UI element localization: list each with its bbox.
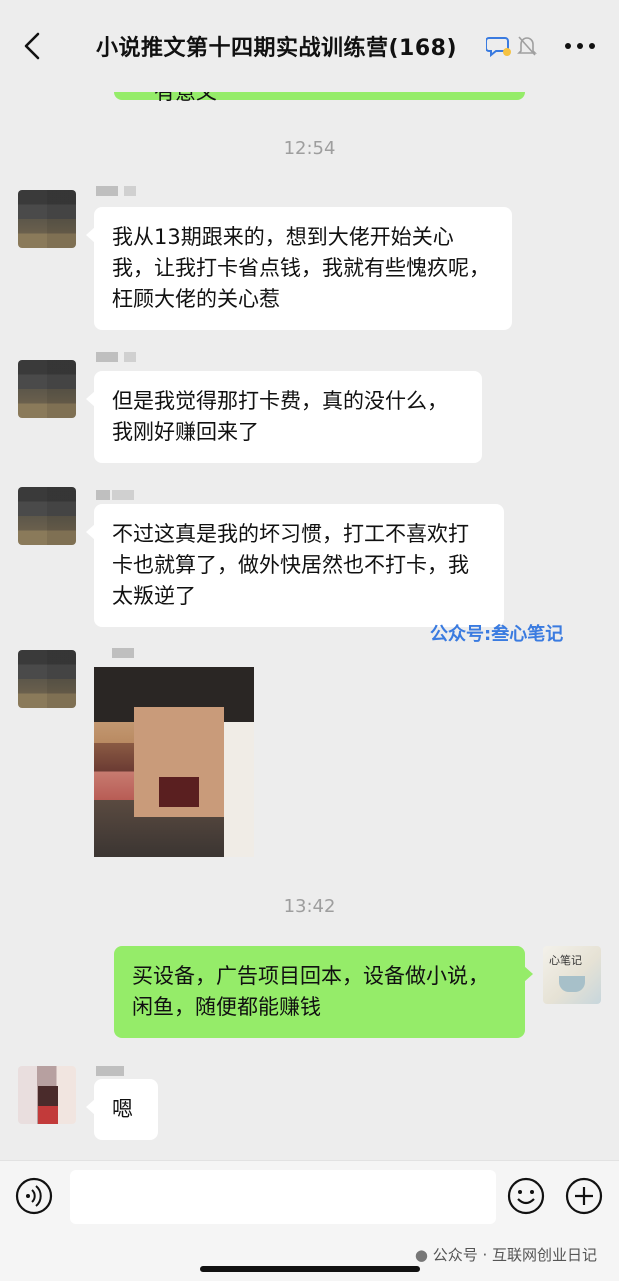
message-bubble[interactable]: 我从13期跟来的，想到大佬开始关心我，让我打卡省点钱，我就有些愧疚呢，枉顾大佬的… (86, 207, 512, 330)
my-avatar[interactable]: 心笔记 (543, 946, 601, 1004)
plus-icon[interactable] (564, 1176, 604, 1216)
footer-watermark: ● 公众号 · 互联网创业日记 (415, 1244, 597, 1265)
message-input[interactable] (70, 1170, 496, 1224)
voice-icon[interactable] (14, 1176, 54, 1216)
timestamp: 12:54 (283, 138, 336, 159)
avatar[interactable] (18, 650, 76, 708)
emoji-icon[interactable] (506, 1176, 546, 1216)
watermark-text: 公众号:叁心笔记 (430, 624, 564, 645)
message-bubble[interactable]: 嗯 (86, 1079, 158, 1140)
timestamp: 13:42 (283, 896, 336, 917)
message-text: 嗯 (112, 1097, 133, 1121)
sender-name (124, 352, 136, 362)
wechat-icon: ● (414, 1246, 428, 1264)
sticker-image[interactable] (94, 667, 254, 857)
message-text: 不过这真是我的坏习惯，打工不喜欢打卡也就算了，做外快居然也不打卡，我太叛逆了 (112, 522, 469, 608)
footer-watermark-text: 公众号 · 互联网创业日记 (432, 1246, 597, 1264)
mute-bell-icon (517, 36, 537, 56)
my-message-bubble[interactable]: 买设备，广告项目回本，设备做小说，闲鱼，随便都能赚钱 (114, 946, 533, 1038)
chat-title: 小说推文第十四期实战训练营(168) (96, 36, 458, 61)
message-text: 我从13期跟来的，想到大佬开始关心我，让我打卡省点钱，我就有些愧疚呢，枉顾大佬的… (112, 225, 490, 311)
avatar[interactable] (18, 487, 76, 545)
message-text: 买设备，广告项目回本，设备做小说，闲鱼，随便都能赚钱 (132, 964, 489, 1019)
chat-header: 小说推文第十四期实战训练营(168) (0, 0, 619, 92)
home-indicator[interactable] (200, 1266, 420, 1272)
avatar-calligraphy: 心笔记 (549, 954, 582, 967)
more-icon[interactable] (562, 34, 598, 58)
sender-name (96, 352, 118, 362)
avatar[interactable] (18, 190, 76, 248)
chat-bubble-icon[interactable] (486, 34, 512, 58)
sender-name (124, 186, 136, 196)
avatar[interactable] (18, 1066, 76, 1124)
sender-name (96, 186, 118, 196)
avatar[interactable] (18, 360, 76, 418)
message-text: 但是我觉得那打卡费，真的没什么，我刚好赚回来了 (112, 389, 448, 444)
message-bubble[interactable]: 但是我觉得那打卡费，真的没什么，我刚好赚回来了 (86, 371, 482, 463)
sender-name (96, 1066, 124, 1076)
message-bubble[interactable]: 不过这真是我的坏习惯，打工不喜欢打卡也就算了，做外快居然也不打卡，我太叛逆了 (86, 504, 504, 627)
sender-name (96, 490, 110, 500)
back-icon[interactable] (18, 30, 48, 62)
sender-name (112, 648, 134, 658)
sender-name (112, 490, 134, 500)
